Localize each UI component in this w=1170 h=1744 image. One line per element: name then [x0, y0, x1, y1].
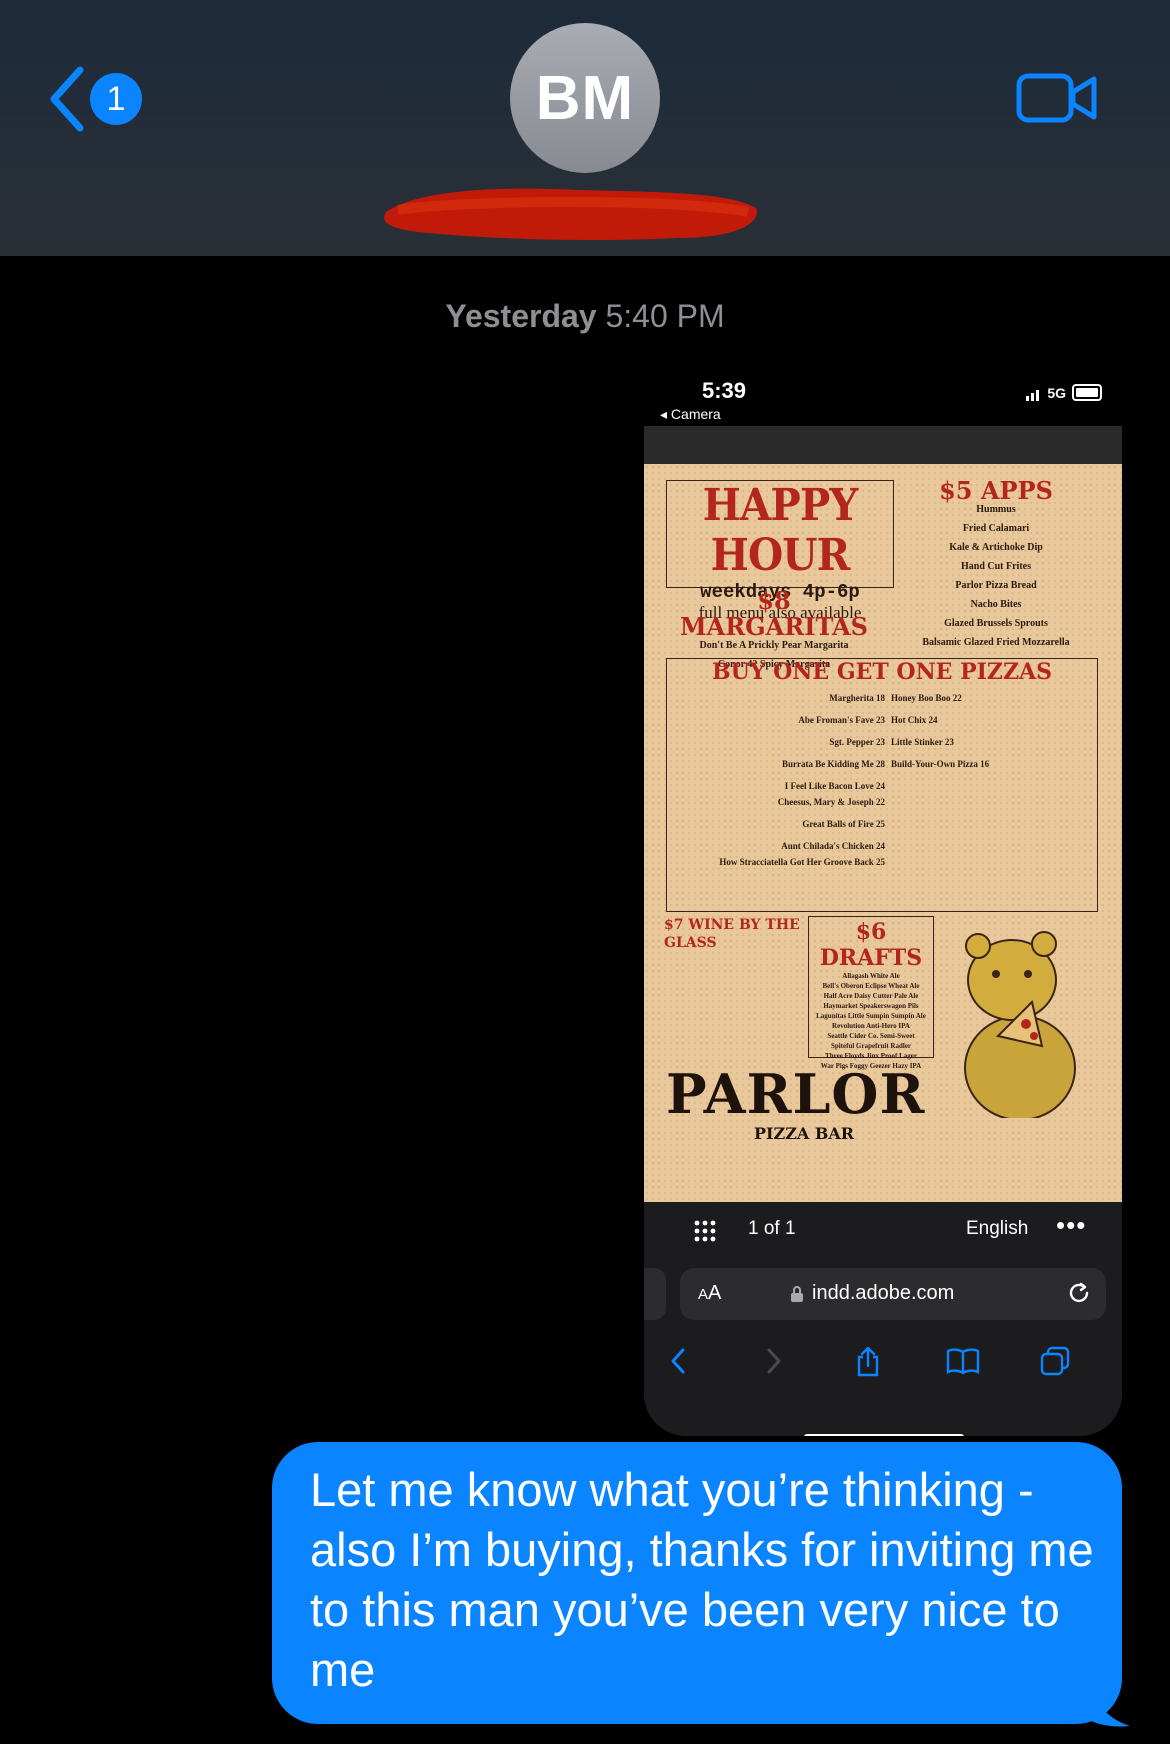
pizza-item: How Stracciatella Got Her Groove Back 25	[719, 857, 885, 867]
app-item: Fried Calamari	[962, 523, 1030, 534]
url-text: indd.adobe.com	[812, 1282, 955, 1304]
timestamp-day: Yesterday	[445, 298, 597, 334]
forward-arrow-icon[interactable]	[764, 1346, 784, 1376]
apps-title: $5 APPS	[939, 476, 1053, 505]
video-call-icon[interactable]	[1016, 70, 1098, 126]
draft-item: Haymarket Speakerswagon Pils	[823, 1002, 919, 1010]
pizza-item: Cheesus, Mary & Joseph 22	[777, 797, 885, 807]
thumbnail-grid-icon[interactable]	[694, 1220, 716, 1242]
reload-icon[interactable]	[1066, 1280, 1092, 1306]
redacted-contact-name	[384, 188, 757, 240]
tabs-icon[interactable]	[1040, 1346, 1070, 1376]
pizza-item: Honey Boo Boo 22	[891, 693, 962, 703]
pizzas-left-column: Margherita 18 Abe Froman's Fave 23 Sgt. …	[673, 693, 885, 867]
pizza-item: Aunt Chilada's Chicken 24	[781, 841, 885, 851]
pizza-item: I Feel Like Bacon Love 24	[784, 781, 885, 791]
draft-item: Half Acre Daisy Cutter Pale Ale	[823, 992, 919, 1000]
drafts-title: $6 DRAFTS	[819, 919, 923, 971]
lock-icon	[791, 1285, 803, 1302]
pizza-item: Great Balls of Fire 25	[802, 819, 885, 829]
pizza-item: Little Stinker 23	[891, 737, 954, 747]
app-item: Nacho Bites	[970, 599, 1022, 610]
wine-section: $7 WINE BY THE GLASS	[664, 916, 806, 952]
viewer-top-bar	[644, 426, 1122, 464]
happy-hour-box: HAPPY HOUR weekdays 4p-6p full menu also…	[666, 480, 894, 622]
page-indicator: 1 of 1	[748, 1218, 796, 1239]
status-bar-time: 5:39	[702, 378, 747, 403]
margarita-item: Don't Be A Prickly Pear Margarita	[699, 640, 849, 651]
parlor-logo: PARLOR	[666, 1062, 926, 1126]
bear-eating-pizza-illustration	[964, 931, 1076, 1118]
pizza-item: Hot Chix 24	[891, 715, 938, 725]
draft-item: Three Floyds Jinx Proof Lager	[825, 1052, 917, 1060]
draft-item: Allagash White Ale	[842, 972, 900, 980]
pizza-item: Build-Your-Own Pizza 16	[891, 759, 990, 769]
safari-url-row: AA indd.adobe.com	[644, 1258, 1122, 1332]
network-label: 5G	[1047, 384, 1066, 401]
pizza-item: Abe Froman's Fave 23	[798, 715, 885, 725]
more-options-icon[interactable]: •••	[1056, 1210, 1086, 1241]
address-bar[interactable]: AA indd.adobe.com	[680, 1268, 1106, 1320]
language-selector[interactable]: English	[966, 1218, 1028, 1240]
app-item: Parlor Pizza Bread	[955, 580, 1037, 591]
margaritas-title: $8 MARGARITAS	[680, 586, 868, 641]
home-indicator	[804, 1434, 964, 1436]
wine-title: $7 WINE BY THE GLASS	[664, 917, 800, 951]
drafts-box: $6 DRAFTS Allagash White Ale Bell's Ober…	[808, 916, 934, 1070]
status-bar-indicators: 5G	[1026, 384, 1102, 401]
back-arrow-icon[interactable]	[668, 1346, 688, 1376]
chevron-left-icon	[50, 66, 84, 132]
bogo-pizzas-box: BUY ONE GET ONE PIZZAS Margherita 18 Abe…	[666, 658, 1098, 912]
pizza-item: Margherita 18	[829, 693, 885, 703]
share-icon[interactable]	[854, 1346, 882, 1378]
draft-item: Bell's Oberon Eclipse Wheat Ale	[822, 982, 920, 990]
signal-icon	[1026, 385, 1041, 401]
draft-item: Seattle Cider Co. Semi-Sweet	[827, 1032, 915, 1040]
app-item: Glazed Brussels Sprouts	[944, 618, 1048, 629]
timestamp-time: 5:40 PM	[605, 298, 725, 334]
app-item: Hand Cut Frites	[961, 561, 1031, 572]
pizzas-right-column: Honey Boo Boo 22 Hot Chix 24 Little Stin…	[891, 693, 1091, 769]
document-viewer-bar: 1 of 1 English •••	[644, 1202, 1122, 1258]
back-button[interactable]: 1	[48, 66, 142, 132]
draft-item: Lagunitas Little Sumpin Sumpin Ale	[816, 1012, 926, 1020]
safari-toolbar	[644, 1332, 1122, 1436]
drafts-section: $6 DRAFTS Allagash White Ale Bell's Ober…	[809, 919, 933, 1071]
message-timestamp: Yesterday 5:40 PM	[0, 298, 1170, 335]
back-to-camera-link: ◂ Camera	[660, 406, 721, 422]
conversation-header: 1 BM	[0, 0, 1170, 256]
pizza-bar-subtitle: PIZZA BAR	[754, 1124, 855, 1143]
previous-tab-edge[interactable]	[644, 1268, 666, 1320]
contact-avatar[interactable]: BM	[510, 23, 660, 173]
unread-count-badge: 1	[90, 73, 142, 125]
bookmarks-icon[interactable]	[946, 1346, 980, 1376]
url-display: indd.adobe.com	[790, 1282, 954, 1305]
pizza-item: Sgt. Pepper 23	[829, 737, 885, 747]
draft-item: Spiteful Grapefruit Radler	[830, 1042, 912, 1050]
draft-item: Revolution Anti-Hero IPA	[832, 1022, 910, 1030]
screenshot-attachment[interactable]: 5:39 ◂ Camera 5G HAPPY HOUR weekdays 4p-…	[644, 374, 1122, 1436]
pizza-item: Burrata Be Kidding Me 28	[782, 759, 885, 769]
message-text: Let me know what you’re thinking - also …	[310, 1463, 1094, 1696]
bogo-title: BUY ONE GET ONE PIZZAS	[711, 659, 1053, 685]
app-item: Balsamic Glazed Fried Mozzarella	[922, 637, 1070, 648]
reader-aa-icon[interactable]: AA	[698, 1282, 721, 1305]
app-item: Hummus	[976, 504, 1016, 515]
apps-section: $5 APPS Hummus Fried Calamari Kale & Art…	[880, 478, 1112, 649]
menu-image: HAPPY HOUR weekdays 4p-6p full menu also…	[644, 464, 1122, 1202]
battery-icon	[1072, 384, 1102, 401]
happy-hour-title: HAPPY HOUR	[702, 480, 859, 581]
app-item: Kale & Artichoke Dip	[949, 542, 1043, 553]
